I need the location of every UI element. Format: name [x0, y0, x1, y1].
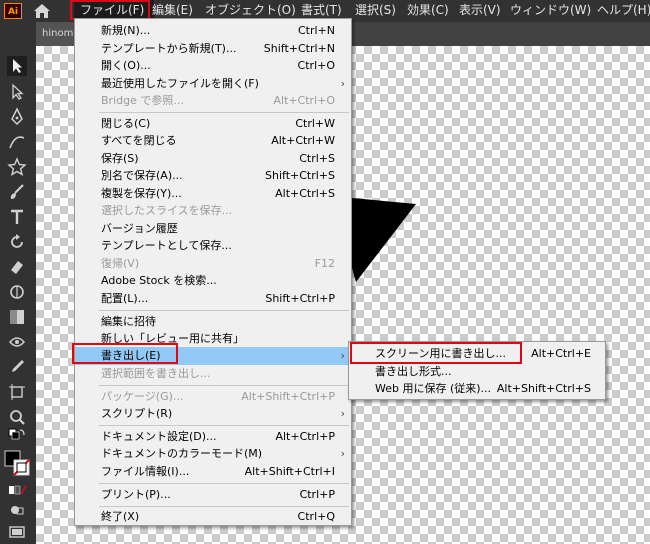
menu-item-export-selection: 選択範囲を書き出し...	[101, 367, 211, 380]
menu-item-open[interactable]: 開く(O)... Ctrl+O	[75, 57, 351, 75]
menu-item-save-selected-slices: 選択したスライスを保存...	[101, 204, 233, 217]
menu-item-package: パッケージ(G)... Alt+Shift+Ctrl+P	[101, 390, 335, 403]
menu-item-file-info[interactable]: ファイル情報(I)... Alt+Shift+Ctrl+I	[75, 463, 351, 481]
chevron-right-icon: ›	[340, 77, 345, 90]
menu-separator	[99, 310, 349, 311]
star-tool-icon[interactable]	[7, 157, 27, 177]
menu-item-save-a-copy[interactable]: 複製を保存(Y)... Alt+Ctrl+S	[75, 185, 351, 203]
menu-item-export-as[interactable]: 書き出し形式...	[349, 363, 605, 381]
fill-stroke-swatch-icon[interactable]	[4, 450, 30, 476]
menu-separator	[99, 506, 349, 507]
export-callout	[72, 343, 178, 364]
menu-item-new-from-template[interactable]: テンプレートから新規(T)... Shift+Ctrl+N	[75, 40, 351, 58]
export-for-screens-callout	[350, 342, 522, 364]
menu-item-close-all[interactable]: すべてを閉じる Alt+Ctrl+W	[75, 132, 351, 150]
puppet-warp-tool-icon[interactable]	[7, 282, 27, 302]
menu-separator	[99, 483, 349, 484]
menu-window[interactable]: ウィンドウ(W)	[510, 0, 591, 22]
menu-item-invite-to-edit[interactable]: 編集に招待	[75, 313, 351, 331]
selection-tool-icon[interactable]	[7, 56, 27, 76]
menu-item-document-color-mode[interactable]: ドキュメントのカラーモード(M) ›	[75, 445, 351, 463]
menu-effect[interactable]: 効果(C)	[407, 0, 449, 22]
illustrator-logo: Ai	[4, 3, 22, 19]
chevron-right-icon: ›	[340, 407, 345, 420]
paintbrush-tool-icon[interactable]	[7, 182, 27, 202]
menu-item-scripts[interactable]: スクリプト(R) ›	[75, 405, 351, 423]
artboard-tool-icon[interactable]	[7, 382, 27, 402]
menu-item-exit[interactable]: 終了(X) Ctrl+Q	[75, 508, 351, 526]
curvature-tool-icon[interactable]	[7, 132, 27, 152]
menu-item-print[interactable]: プリント(P)... Ctrl+P	[75, 486, 351, 504]
menu-item-save-as[interactable]: 別名で保存(A)... Shift+Ctrl+S	[75, 167, 351, 185]
menu-item-save-as-template[interactable]: テンプレートとして保存...	[75, 237, 351, 255]
menu-item-open-recent[interactable]: 最近使用したファイルを開く(F) ›	[75, 75, 351, 93]
screen-mode-icon[interactable]	[7, 522, 27, 542]
gradient-tool-icon[interactable]	[7, 307, 27, 327]
menu-item-document-setup[interactable]: ドキュメント設定(D)... Alt+Ctrl+P	[75, 428, 351, 446]
shape-builder-tool-icon[interactable]	[7, 332, 27, 352]
menu-item-version-history[interactable]: バージョン履歴	[75, 220, 351, 238]
document-tab[interactable]: hinoma	[36, 22, 76, 46]
tools-panel	[0, 22, 36, 544]
menu-item-browse-in-bridge: Bridge で参照... Alt+Ctrl+O	[101, 94, 335, 107]
menu-separator	[99, 112, 349, 113]
file-menu-callout	[70, 0, 150, 20]
zoom-tool-icon[interactable]	[7, 407, 27, 427]
menu-help[interactable]: ヘルプ(H)	[597, 0, 650, 22]
chevron-right-icon: ›	[340, 447, 345, 460]
menu-item-place[interactable]: 配置(L)... Shift+Ctrl+P	[75, 290, 351, 308]
menu-view[interactable]: 表示(V)	[459, 0, 501, 22]
type-tool-icon[interactable]	[7, 207, 27, 227]
draw-mode-icon[interactable]	[7, 500, 27, 520]
eyedropper-tool-icon[interactable]	[7, 357, 27, 377]
menu-item-close[interactable]: 閉じる(C) Ctrl+W	[75, 115, 351, 133]
home-icon[interactable]	[33, 3, 51, 19]
menu-item-save-for-web[interactable]: Web 用に保存 (従来)... Alt+Shift+Ctrl+S	[349, 380, 605, 398]
eraser-tool-icon[interactable]	[7, 257, 27, 277]
pen-tool-icon[interactable]	[7, 107, 27, 127]
menu-item-search-adobe-stock[interactable]: Adobe Stock を検索...	[75, 272, 351, 290]
menu-item-revert: 復帰(V) F12	[101, 257, 335, 270]
menu-item-save[interactable]: 保存(S) Ctrl+S	[75, 150, 351, 168]
default-colors-icon[interactable]	[7, 427, 27, 447]
chevron-right-icon: ›	[340, 349, 345, 362]
color-mode-icon[interactable]	[7, 480, 27, 500]
rotate-tool-icon[interactable]	[7, 232, 27, 252]
menu-select[interactable]: 選択(S)	[355, 0, 396, 22]
file-menu-dropdown: 新規(N)... Ctrl+N テンプレートから新規(T)... Shift+Ctr…	[74, 18, 352, 526]
direct-selection-tool-icon[interactable]	[7, 82, 27, 102]
menu-item-new[interactable]: 新規(N)... Ctrl+N	[75, 22, 351, 40]
menu-separator	[99, 385, 349, 386]
menu-separator	[99, 425, 349, 426]
